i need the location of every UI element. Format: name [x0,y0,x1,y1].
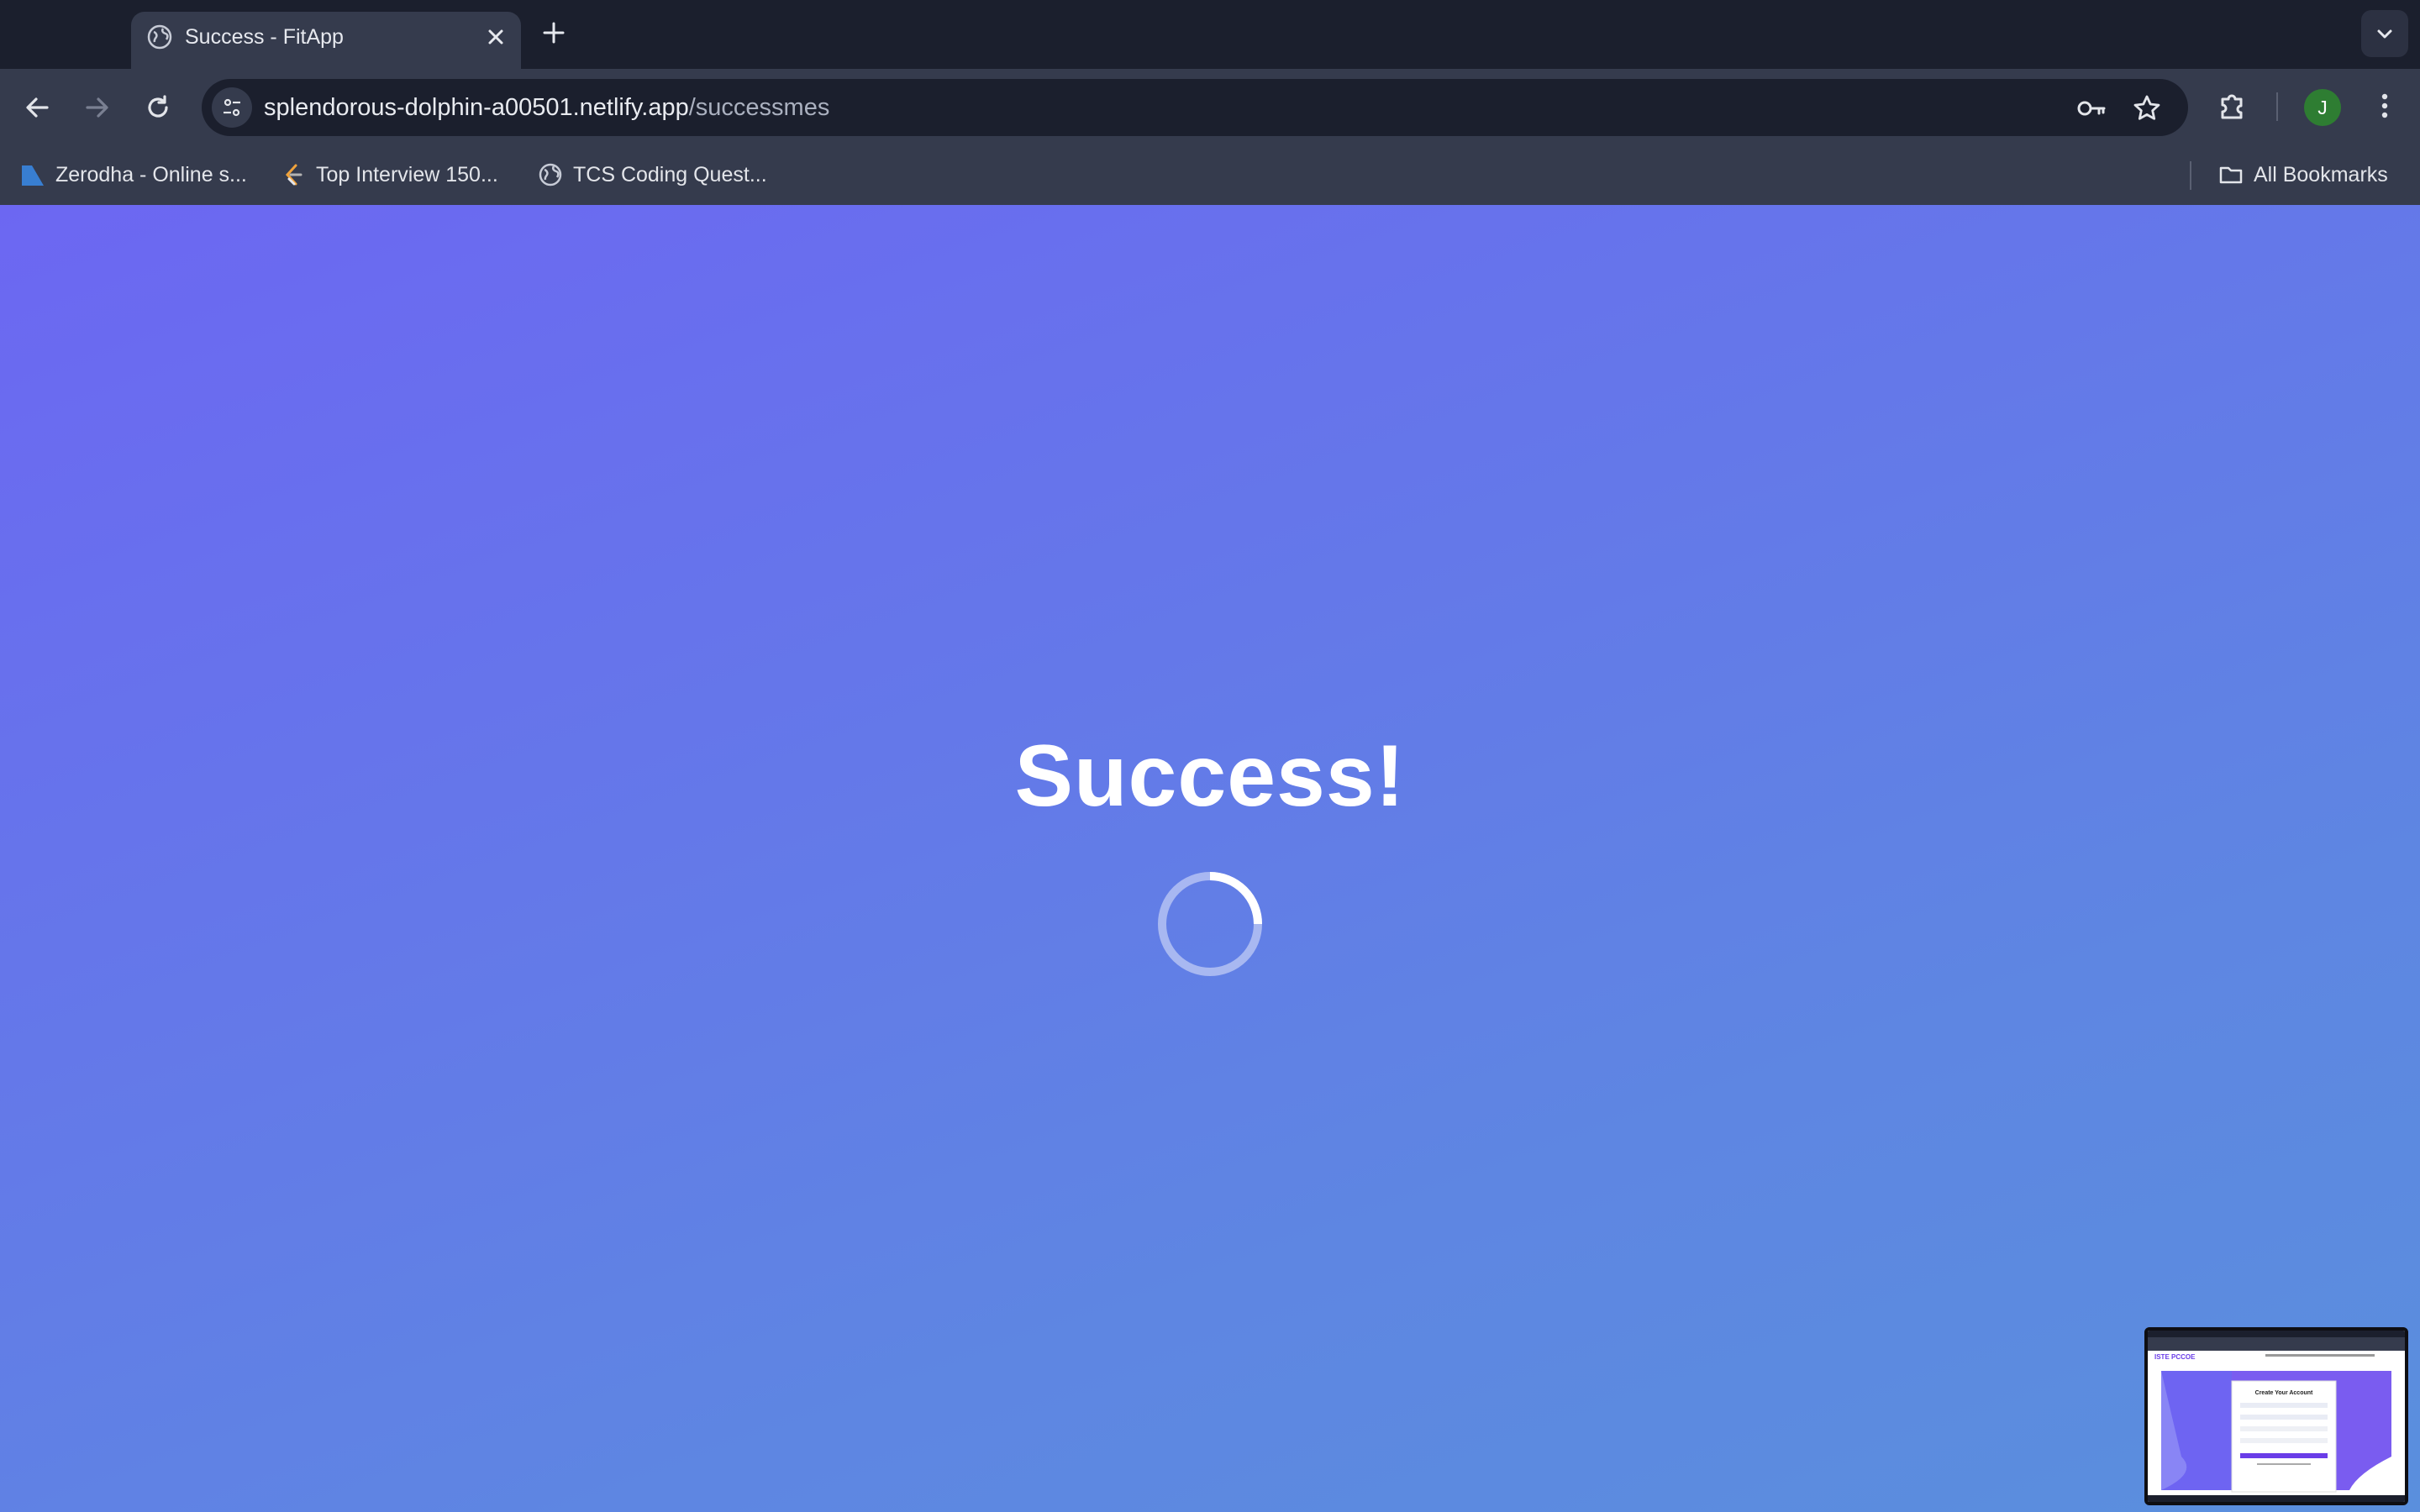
more-vert-icon[interactable] [2368,89,2402,123]
page-content: Success! ISTE PCCOE Create Your Account [0,205,2420,1512]
screenshot-thumbnail[interactable]: ISTE PCCOE Create Your Account [2144,1327,2408,1505]
key-icon[interactable] [2075,92,2107,124]
loading-spinner-icon [1158,872,1262,976]
success-heading: Success! [1014,727,1406,825]
bookmark-top-interview[interactable]: Top Interview 150... [281,158,498,192]
address-bar[interactable]: splendorous-dolphin-a00501.netlify.app/s… [202,79,2188,136]
bookmark-zerodha[interactable]: Zerodha - Online s... [20,158,247,192]
site-info-button[interactable] [212,87,252,128]
all-bookmarks-button[interactable]: All Bookmarks [2218,158,2388,192]
tab-title: Success - FitApp [185,25,344,49]
leetcode-icon [285,164,302,186]
bookmark-label: Top Interview 150... [316,162,498,186]
bookmark-label: Zerodha - Online s... [55,162,247,186]
bookmark-label: TCS Coding Quest... [573,162,767,186]
bookmarks-bar: Zerodha - Online s... Top Interview 150.… [0,146,2420,206]
globe-icon [147,24,172,50]
zerodha-icon [22,165,44,186]
folder-icon [2219,166,2243,184]
extensions-puzzle-icon[interactable] [2216,89,2249,123]
bookmark-tcs-coding[interactable]: TCS Coding Quest... [538,158,767,192]
url-text[interactable]: splendorous-dolphin-a00501.netlify.app/s… [264,91,829,124]
close-icon[interactable] [482,24,509,50]
thumbnail-preview-image: ISTE PCCOE Create Your Account [2148,1331,2405,1502]
forward-arrow-icon[interactable] [81,91,114,124]
new-tab-plus-icon[interactable] [539,18,568,47]
globe-icon [539,163,562,186]
url-path: /successmes [688,94,830,121]
chevron-down-icon [2377,29,2392,39]
tab-strip: Success - FitApp [0,0,2420,69]
active-tab[interactable]: Success - FitApp [131,12,521,69]
reload-icon[interactable] [141,91,175,124]
tab-search-button[interactable] [2361,10,2408,57]
browser-toolbar: splendorous-dolphin-a00501.netlify.app/s… [0,69,2420,146]
avatar[interactable]: J [2304,89,2341,126]
back-arrow-icon[interactable] [20,91,54,124]
toolbar-divider [2276,92,2278,121]
url-host: splendorous-dolphin-a00501.netlify.app [264,94,689,121]
tune-icon [224,98,240,117]
thumbnail-brand: ISTE PCCOE [2154,1353,2196,1361]
star-icon[interactable] [2131,92,2163,124]
bookmarks-divider [2190,161,2191,190]
all-bookmarks-label: All Bookmarks [2254,162,2388,186]
thumbnail-heading: Create Your Account [2255,1390,2313,1396]
